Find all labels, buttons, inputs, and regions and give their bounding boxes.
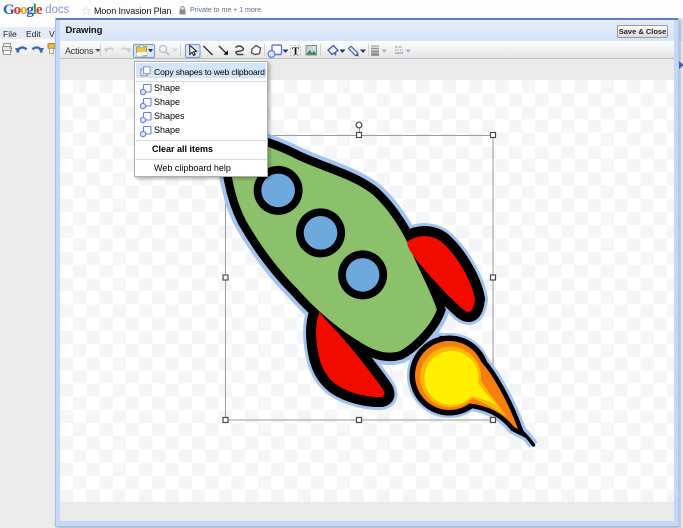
svg-text:T: T bbox=[292, 46, 300, 58]
